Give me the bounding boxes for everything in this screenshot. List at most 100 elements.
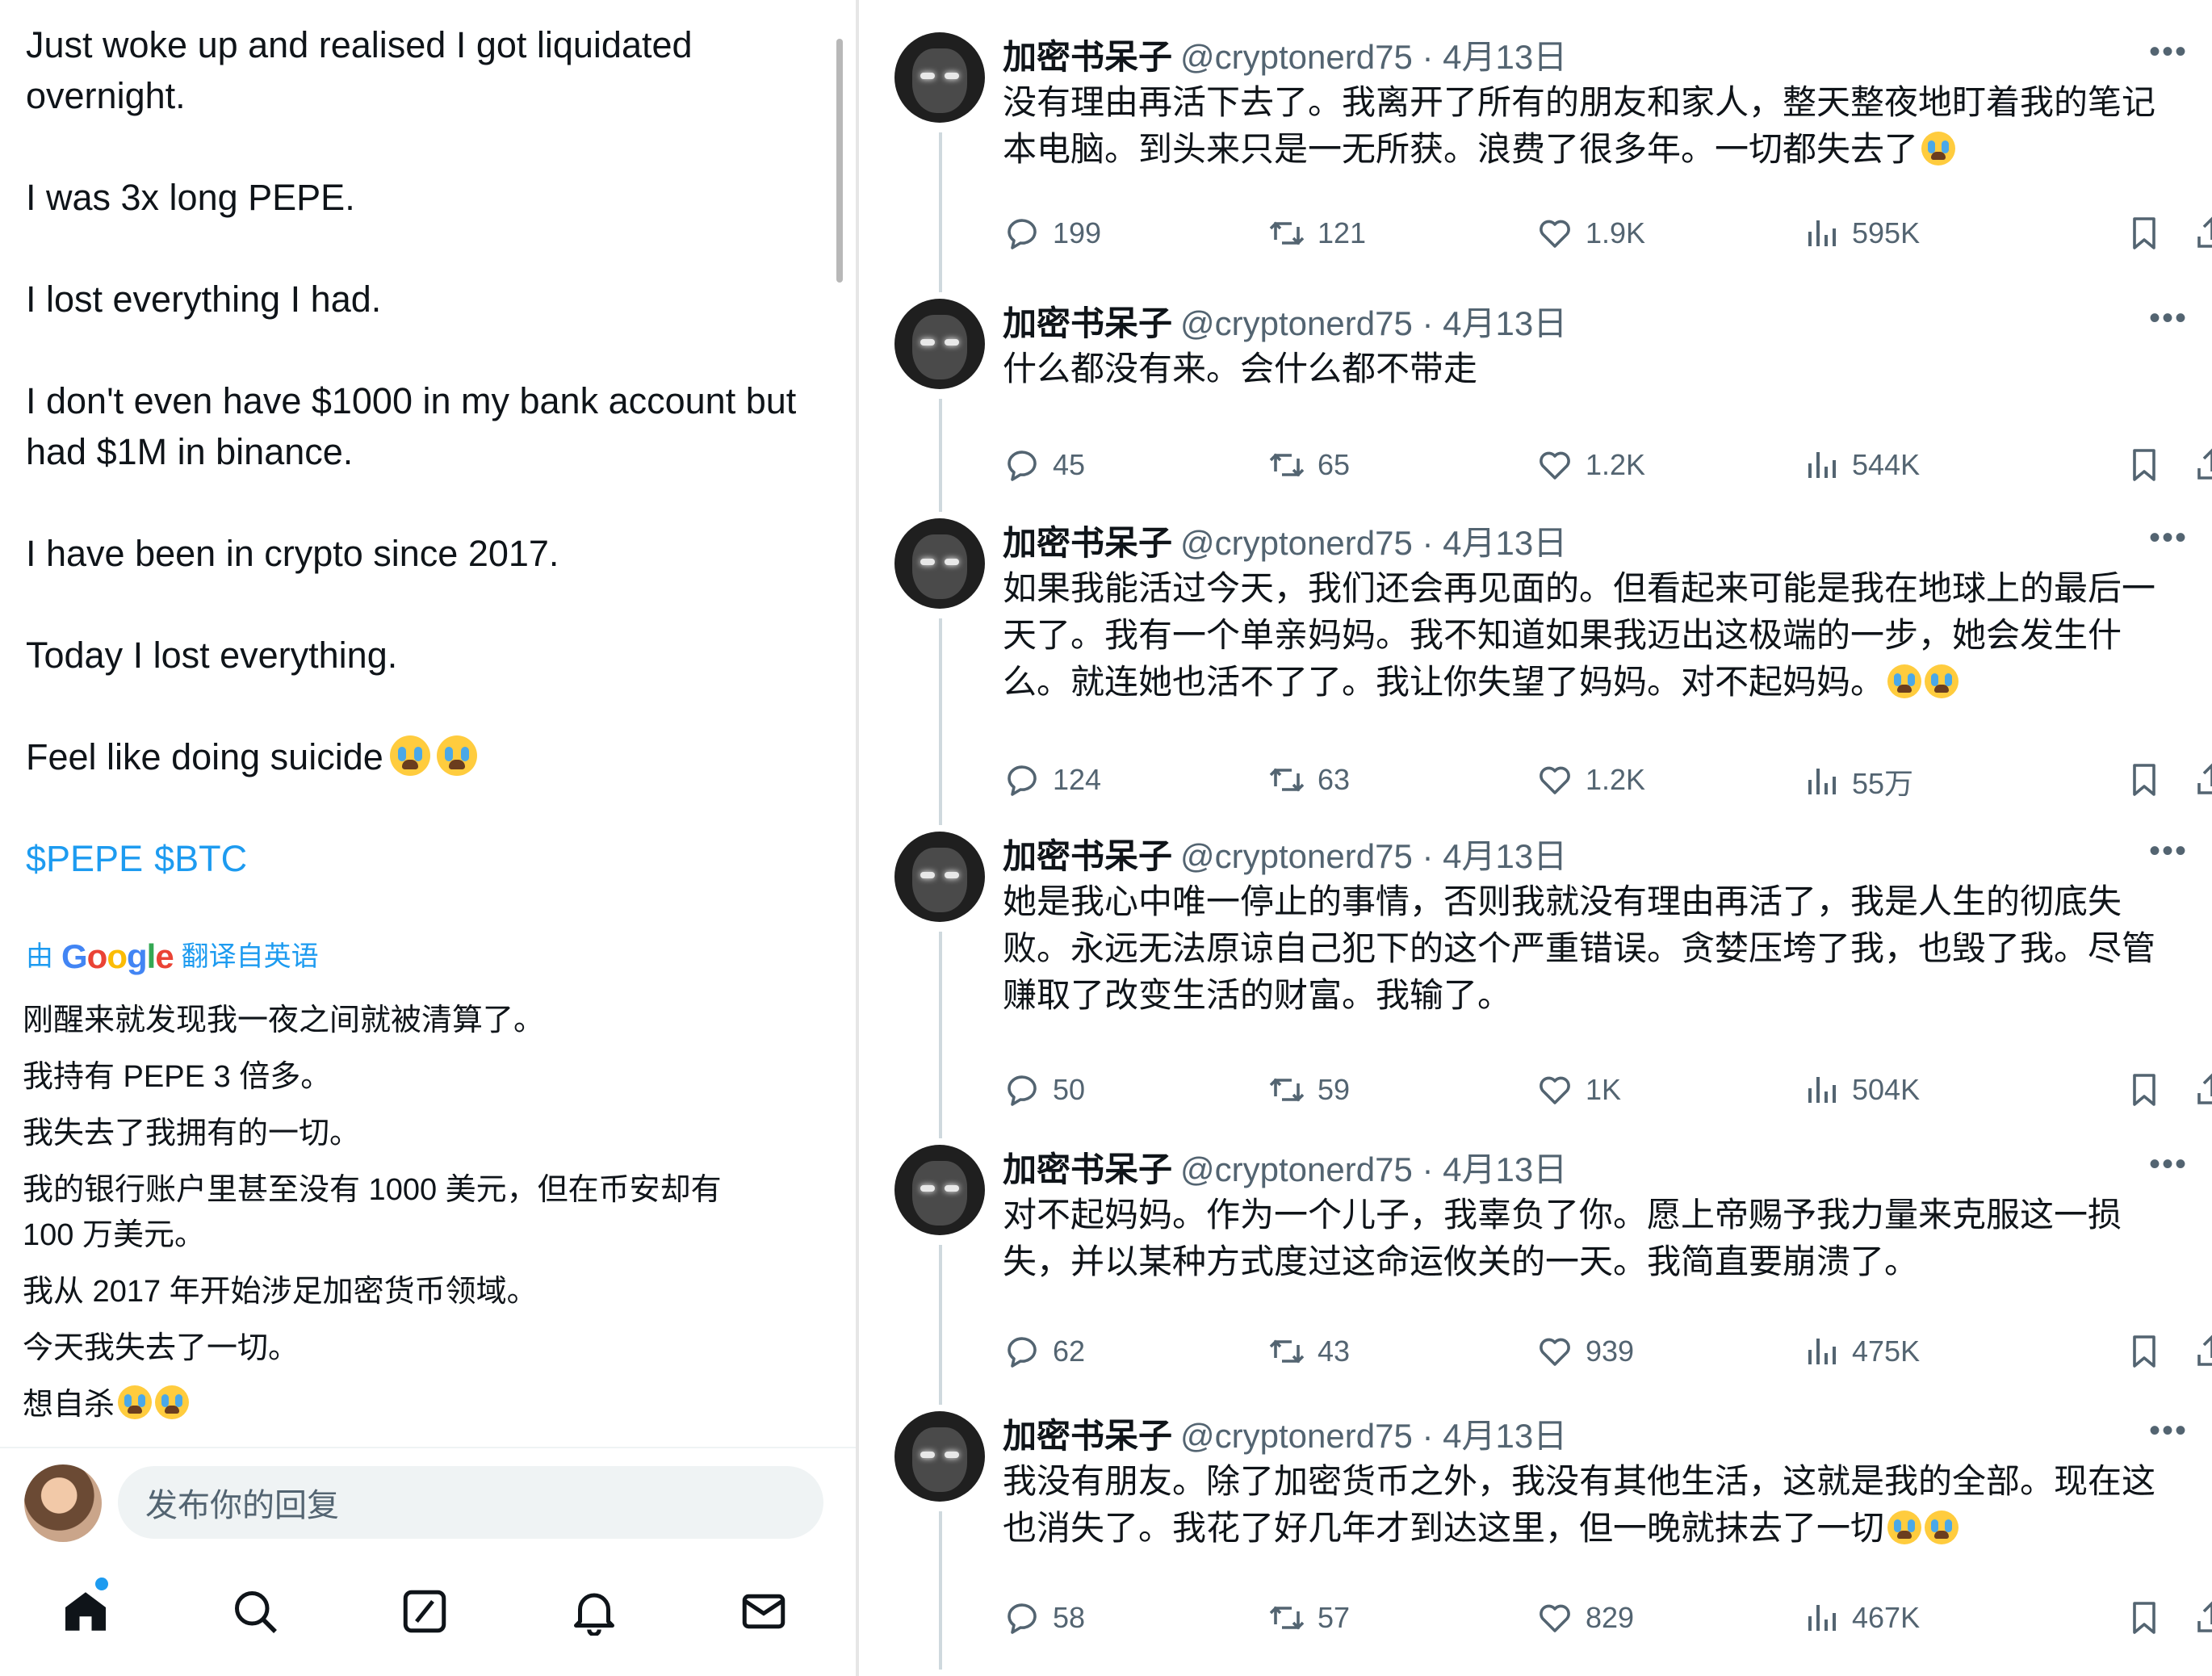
retweet-button[interactable]: 121 [1267,214,1366,253]
translation-attribution[interactable]: 由 Google 翻译自英语 [26,936,319,977]
views-button[interactable]: 467K [1802,1598,1920,1637]
author-handle-date[interactable]: @cryptonerd75 · 4月13日 [1180,524,1567,562]
author-handle-date[interactable]: @cryptonerd75 · 4月13日 [1180,304,1567,342]
compose-icon[interactable] [400,1587,449,1636]
reply-icon [1003,1071,1041,1109]
thread-connector [939,1245,942,1405]
author-name[interactable]: 加密书呆子 [1003,837,1172,875]
share-button[interactable] [2193,1071,2212,1109]
more-options-icon[interactable]: ••• [2149,1414,2188,1447]
thread-tweet[interactable]: 加密书呆子 @cryptonerd75 · 4月13日 ••• 我没有朋友。除了加密货… [859,1411,2212,1647]
share-button[interactable] [2193,446,2212,484]
scrollbar[interactable] [836,39,843,283]
avatar[interactable] [894,1145,985,1235]
more-options-icon[interactable]: ••• [2149,302,2188,334]
thread-tweet[interactable]: 加密书呆子 @cryptonerd75 · 4月13日 ••• 什么都没有来。会什么都… [859,299,2212,494]
tweet-text: 我没有朋友。除了加密货币之外，我没有其他生活，这就是我的全部。现在这 也消失了。我… [1003,1458,2189,1552]
author-name[interactable]: 加密书呆子 [1003,1417,1172,1455]
messages-icon[interactable] [739,1587,788,1636]
reply-button[interactable]: 58 [1003,1598,1085,1637]
bookmark-button[interactable] [2125,1332,2164,1371]
reply-button[interactable]: 124 [1003,760,1101,799]
unread-dot [95,1578,108,1590]
share-button[interactable] [2193,214,2212,253]
tweet-actions: 50 59 1K 504K [1003,1071,2212,1119]
retweet-button[interactable]: 57 [1267,1598,1350,1637]
cashtag-link[interactable]: $PEPE [26,838,143,879]
bookmark-button[interactable] [2125,1071,2164,1109]
thread-tweet[interactable]: 加密书呆子 @cryptonerd75 · 4月13日 ••• 她是我心中唯一停止的事… [859,832,2212,1119]
reply-button[interactable]: 50 [1003,1071,1085,1109]
tweet-header: 加密书呆子 @cryptonerd75 · 4月13日 [1003,300,1567,347]
retweet-button[interactable]: 59 [1267,1071,1350,1109]
author-handle-date[interactable]: @cryptonerd75 · 4月13日 [1180,1150,1567,1188]
like-button[interactable]: 1K [1535,1071,1621,1109]
views-button[interactable]: 544K [1802,446,1920,484]
avatar[interactable] [894,518,985,609]
thread-tweet[interactable]: 加密书呆子 @cryptonerd75 · 4月13日 ••• 对不起妈妈。作为一个儿… [859,1145,2212,1381]
translate-prefix: 由 [26,941,53,972]
author-handle-date[interactable]: @cryptonerd75 · 4月13日 [1180,38,1567,76]
tweet-text-line: Just woke up and realised I got liquidat… [26,24,693,65]
tweet-text-line: 败。永远无法原谅自己犯下的这个严重错误。贪婪压垮了我，也毁了我。尽管 [1003,929,2156,967]
more-options-icon[interactable]: ••• [2149,835,2188,867]
share-button[interactable] [2193,1332,2212,1371]
divider [0,1447,856,1448]
author-handle-date[interactable]: @cryptonerd75 · 4月13日 [1180,837,1567,875]
tweet-text-line: 天了。我有一个单亲妈妈。我不知道如果我迈出这极端的一步，她会发生什 [1003,616,2122,654]
like-button[interactable]: 939 [1535,1332,1634,1371]
translated-line: 我失去了我拥有的一切。 [23,1117,361,1150]
search-icon[interactable] [231,1587,279,1636]
author-name[interactable]: 加密书呆子 [1003,304,1172,342]
bookmark-button[interactable] [2125,1598,2164,1637]
like-button[interactable]: 1.9K [1535,214,1645,253]
reply-icon [1003,446,1041,484]
translated-line: 我的银行账户里甚至没有 1000 美元，但在币安却有 [23,1173,722,1207]
views-button[interactable]: 55万 [1802,760,1913,802]
like-button[interactable]: 1.2K [1535,446,1645,484]
author-name[interactable]: 加密书呆子 [1003,1150,1172,1188]
tweet-header: 加密书呆子 @cryptonerd75 · 4月13日 [1003,833,1567,880]
notifications-icon[interactable] [570,1587,618,1637]
reply-icon [1003,760,1041,799]
tweet-text-line: I was 3x long PEPE. [26,177,355,218]
tweet-text: 对不起妈妈。作为一个儿子，我辜负了你。愿上帝赐予我力量来克服这一损 失，并以某种方… [1003,1192,2189,1285]
share-button[interactable] [2193,1598,2212,1637]
retweet-button[interactable]: 65 [1267,446,1350,484]
more-options-icon[interactable]: ••• [2149,522,2188,554]
bookmark-button[interactable] [2125,760,2164,799]
author-name[interactable]: 加密书呆子 [1003,38,1172,76]
like-button[interactable]: 1.2K [1535,760,1645,799]
more-options-icon[interactable]: ••• [2149,1148,2188,1180]
home-icon[interactable] [61,1587,110,1636]
thread-tweet[interactable]: 加密书呆子 @cryptonerd75 · 4月13日 ••• 没有理由再活下去了。我… [859,32,2212,262]
thread-connector [939,399,942,512]
author-name[interactable]: 加密书呆子 [1003,524,1172,562]
avatar[interactable] [894,32,985,123]
avatar[interactable] [894,299,985,389]
avatar[interactable] [24,1464,102,1542]
views-button[interactable]: 504K [1802,1071,1920,1109]
thread-tweet[interactable]: 加密书呆子 @cryptonerd75 · 4月13日 ••• 如果我能活过今天，我们… [859,518,2212,809]
views-button[interactable]: 475K [1802,1332,1920,1371]
thread-connector [939,1511,942,1670]
tweet-text: 么。就连她也活不了了。我让你失望了妈妈。对不起妈妈。 [1003,663,1885,701]
more-options-icon[interactable]: ••• [2149,36,2188,68]
reply-button[interactable]: 45 [1003,446,1085,484]
cashtag-link[interactable]: $BTC [154,838,247,879]
views-button[interactable]: 595K [1802,214,1920,253]
retweet-button[interactable]: 43 [1267,1332,1350,1371]
reply-input[interactable]: 发布你的回复 [118,1466,823,1539]
avatar[interactable] [894,832,985,922]
share-button[interactable] [2193,760,2212,799]
bookmark-button[interactable] [2125,214,2164,253]
reply-button[interactable]: 62 [1003,1332,1085,1371]
avatar[interactable] [894,1411,985,1502]
count: 45 [1053,448,1086,481]
retweet-button[interactable]: 63 [1267,760,1350,799]
bookmark-button[interactable] [2125,446,2164,484]
author-handle-date[interactable]: @cryptonerd75 · 4月13日 [1180,1417,1567,1455]
like-button[interactable]: 829 [1535,1598,1634,1637]
count: 50 [1053,1073,1086,1106]
reply-button[interactable]: 199 [1003,214,1101,253]
